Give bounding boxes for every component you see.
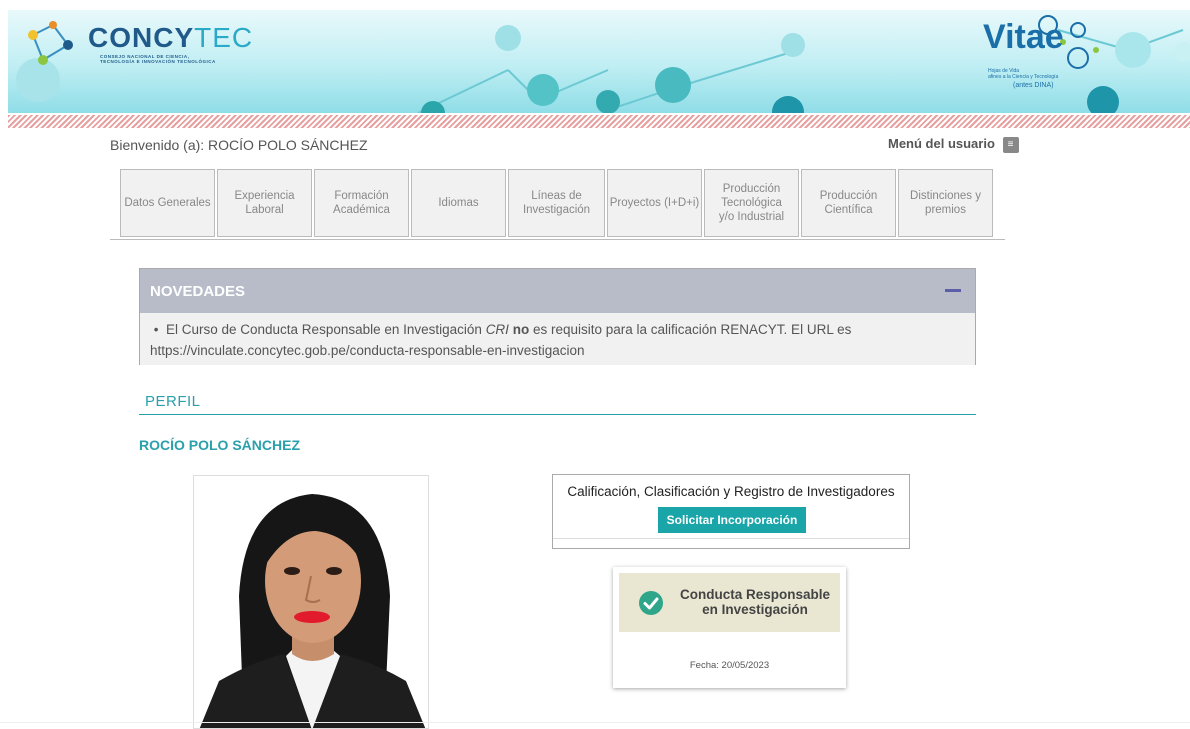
renacyt-title: Calificación, Clasificación y Registro d… [567, 484, 895, 499]
novedades-url: https://vinculate.concytec.gob.pe/conduc… [150, 343, 585, 358]
cti-subtitle: Hojas de Vida afines a la Ciencia y Tecn… [988, 68, 1058, 80]
cri-badge-line-2: en Investigación [702, 602, 808, 617]
renacyt-panel: Calificación, Clasificación y Registro d… [552, 474, 910, 549]
profile-photo [193, 475, 429, 729]
divider [139, 414, 976, 415]
novedades-header[interactable]: NOVEDADES [140, 269, 975, 313]
novedades-item: • El Curso de Conducta Responsable en In… [150, 322, 852, 337]
header-banner: CONCYTEC CONSEJO NACIONAL DE CIENCIA, TE… [8, 10, 1190, 113]
novedades-title: NOVEDADES [150, 282, 246, 300]
novedades-text-bold: no [512, 322, 530, 337]
tab-proyectos[interactable]: Proyectos (I+D+i) [607, 169, 702, 237]
tab-formacion-academica[interactable]: Formación Académica [314, 169, 409, 237]
decorative-stripe [8, 115, 1190, 128]
cti-subtitle-line-2: afines a la Ciencia y Tecnología [988, 74, 1059, 80]
cri-badge: Conducta Responsable en Investigación Fe… [613, 567, 846, 688]
user-menu-button[interactable]: Menú del usuario ≡ [888, 136, 1019, 153]
cri-badge-date: Fecha: 20/05/2023 [689, 660, 770, 671]
logo-subtitle: CONSEJO NACIONAL DE CIENCIA, TECNOLOGÍA … [100, 54, 216, 64]
tab-produccion-cientifica[interactable]: Producción Científica [801, 169, 896, 237]
novedades-text-before: El Curso de Conducta Responsable en Inve… [165, 322, 486, 337]
cri-badge-header: Conducta Responsable en Investigación [619, 573, 840, 632]
profile-tabs: Datos Generales Experiencia Laboral Form… [110, 169, 1005, 240]
logo-subtitle-line-2: TECNOLOGÍA E INNOVACIÓN TECNOLÓGICA [100, 59, 216, 64]
portrait-illustration [199, 494, 426, 728]
cti-vitae-logo: Vitae [983, 18, 1064, 56]
profile-name: ROCÍO POLO SÁNCHEZ [139, 437, 301, 453]
tab-distinciones[interactable]: Distinciones y premios [898, 169, 993, 237]
novedades-body: • El Curso de Conducta Responsable en In… [140, 313, 975, 365]
check-circle-icon [639, 591, 663, 615]
cri-badge-label: Conducta Responsable en Investigación [671, 587, 839, 617]
tab-produccion-tecnologica[interactable]: Producción Tecnológica y/o Industrial [704, 169, 799, 237]
menu-list-icon: ≡ [1002, 136, 1019, 153]
tab-experiencia-laboral[interactable]: Experiencia Laboral [217, 169, 312, 237]
novedades-text-em: CRI [485, 322, 509, 337]
perfil-section-title: PERFIL [145, 393, 201, 410]
divider [0, 722, 1190, 723]
novedades-text-after: es requisito para la calificación RENACY… [529, 322, 852, 337]
novedades-panel: NOVEDADES • El Curso de Conducta Respons… [139, 268, 976, 365]
logo-main-text: CONCY [88, 22, 195, 53]
user-menu-label: Menú del usuario [888, 136, 995, 151]
divider [553, 538, 909, 539]
cti-subtitle-former: (antes DINA) [1013, 82, 1054, 89]
logo-accent-text: TEC [194, 22, 254, 53]
cri-badge-line-1: Conducta Responsable [679, 587, 831, 602]
tab-datos-generales[interactable]: Datos Generales [120, 169, 215, 237]
solicitar-incorporacion-button[interactable]: Solicitar Incorporación [658, 507, 806, 533]
tab-lineas-investigacion[interactable]: Líneas de Investigación [508, 169, 605, 237]
collapse-icon[interactable] [945, 289, 961, 292]
welcome-text: Bienvenido (a): ROCÍO POLO SÁNCHEZ [110, 137, 368, 153]
tab-idiomas[interactable]: Idiomas [411, 169, 506, 237]
concytec-logo[interactable]: CONCYTEC [88, 22, 253, 54]
